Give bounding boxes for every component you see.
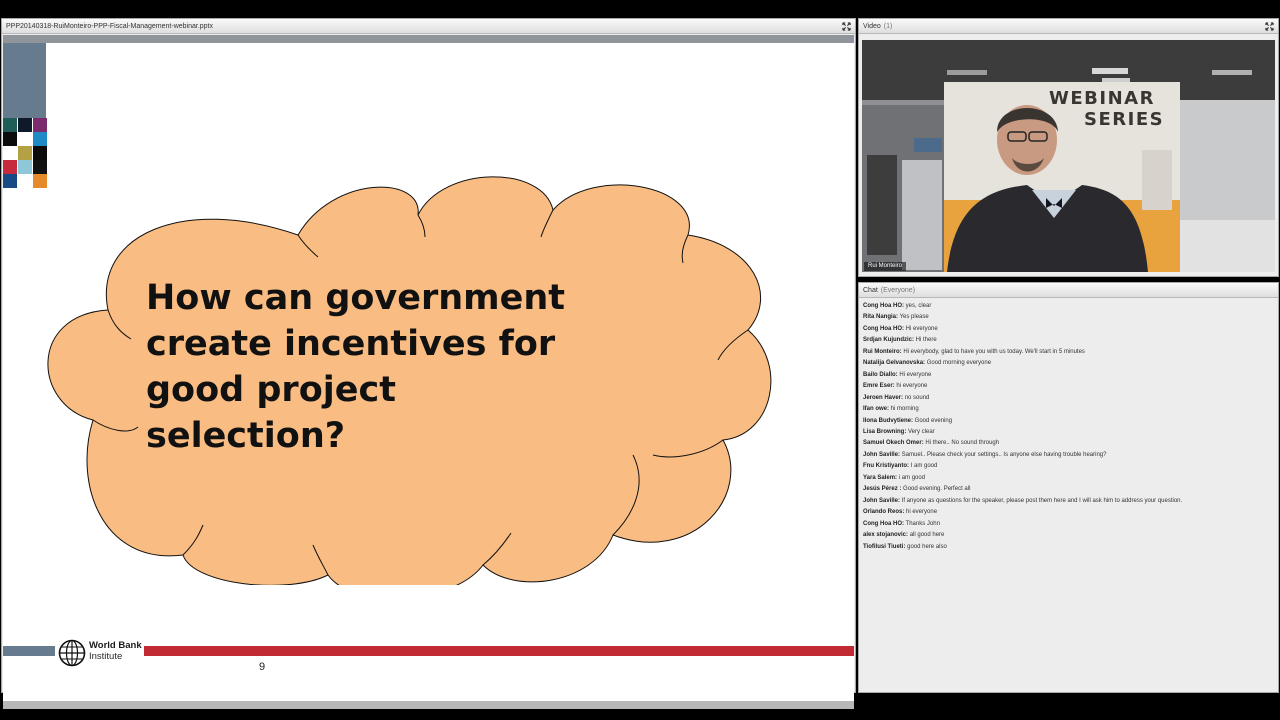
chat-message: Cong Hoa HO: yes, clear [862,301,1275,312]
video-pod: Video (1) WEBINAR SERIES Rui Monteiro [858,18,1279,277]
chat-message-author: Rui Monteiro: [863,348,902,355]
chat-message-text: Good evening. Perfect all [901,486,971,493]
chat-message-author: Natalija Gelvanovska: [863,360,926,367]
share-pod-header: PPP20140318-RuiMonteiro-PPP-Fiscal-Manag… [2,19,855,34]
chat-message-text: Hi everybody, glad to have you with us t… [901,348,1085,355]
chat-message-text: If anyone as questions for the speaker, … [900,497,1183,504]
chat-pod-header: Chat (Everyone) [859,283,1278,298]
chat-message-author: Ilona Budvytiene: [863,417,914,424]
chat-message-author: Cong Hoa HO: [863,520,904,527]
chat-pod: Chat (Everyone) Cong Hoa HO: yes, clear Ri… [858,282,1279,693]
chat-message-author: Orlando Reos: [863,509,905,516]
chat-message-text: Yes please [898,314,929,321]
chat-message: Cong Hoa HO: Hi everyone [862,324,1275,335]
chat-message-text: Good morning everyone [925,360,992,367]
slide-viewport: How can government create incentives for… [3,35,854,701]
slide-question: How can government create incentives for… [146,278,566,456]
webcam-scene [862,40,1275,272]
chat-message-text: Samuel.. Please check your settings.. Is… [900,451,1107,458]
chat-message-text: Very clear [906,428,935,435]
chat-message: Ifan owe: hi morning [862,404,1275,415]
chat-message: Ilona Budvytiene: Good evening [862,416,1275,427]
slide-scroll-strip [3,701,854,709]
chat-message-author: Bailo Diallo: [863,371,898,378]
chat-message: John Saville: Samuel.. Please check your… [862,450,1275,461]
slide-left-bar [3,43,46,118]
chat-message-author: Tiofilusi Tiueti: [863,543,906,550]
chat-message: Jesús Pérez : Good evening. Perfect all [862,484,1275,495]
chat-message-author: Ifan owe: [863,406,890,413]
chat-message: Tiofilusi Tiueti: good here also [862,542,1275,553]
share-pod-title: PPP20140318-RuiMonteiro-PPP-Fiscal-Manag… [6,23,213,30]
footer-blue-bar [3,646,55,656]
chat-message: Rui Monteiro: Hi everybody, glad to have… [862,347,1275,358]
chat-message-text: Hi everyone [897,371,932,378]
logo-line2: Institute [89,651,123,662]
chat-message-author: Srdjan Kujundzic: [863,337,914,344]
chat-message-author: Fnu Kristiyanto: [863,463,909,470]
chat-message-text: Hi there [914,337,937,344]
chat-message-text: Hi there.. No sound through [923,440,1000,447]
chat-message-author: John Saville: [863,497,901,504]
chat-message-text: hi everyone [904,509,938,516]
slide-top-strip [3,35,854,43]
chat-message: Bailo Diallo: Hi everyone [862,370,1275,381]
share-pod: PPP20140318-RuiMonteiro-PPP-Fiscal-Manag… [1,18,856,709]
chat-message: Samuel Okech Omer: Hi there.. No sound t… [862,438,1275,449]
chat-message-author: Rita Nangia: [863,314,899,321]
chat-message: Jeroen Haver: no sound [862,393,1275,404]
video-pod-header: Video (1) [859,19,1278,34]
chat-message: Orlando Reos: hi everyone [862,507,1275,518]
chat-message-author: Jesús Pérez : [863,486,902,493]
chat-message-author: Yara Salem: [863,474,898,481]
chat-message: Cong Hoa HO: Thanks John [862,519,1275,530]
presenter-name: Rui Monteiro [864,262,907,271]
slide-page-number: 9 [259,661,266,673]
chat-scope: (Everyone) [880,287,916,294]
footer-red-bar [144,646,854,656]
chat-message-author: alex stojanovic: [863,532,909,539]
world-bank-logo: World Bank Institute [58,639,148,667]
chat-message: Fnu Kristiyanto: I am good [862,461,1275,472]
chat-pod-title: Chat [863,287,878,294]
banner-line1: WEBINAR [1049,88,1155,109]
chat-message-author: Emre Eser: [863,383,895,390]
video-pod-title: Video [863,23,881,30]
presentation-slide: How can government create incentives for… [3,43,854,701]
chat-message-text: hi everyone [894,383,928,390]
webcam-video[interactable]: WEBINAR SERIES Rui Monteiro [862,40,1275,272]
chat-message: Yara Salem: i am good [862,473,1275,484]
video-count: (1) [883,23,893,30]
chat-message: John Saville: If anyone as questions for… [862,496,1275,507]
chat-message-author: Jeroen Haver: [863,394,904,401]
chat-message-text: all good here [908,532,945,539]
chat-message: Natalija Gelvanovska: Good morning every… [862,358,1275,369]
chat-message-author: John Saville: [863,451,901,458]
globe-icon [58,639,86,667]
chat-message: alex stojanovic: all good here [862,530,1275,541]
chat-message-author: Samuel Okech Omer: [863,440,924,447]
banner-line2: SERIES [1084,109,1165,130]
chat-message-author: Cong Hoa HO: [863,303,904,309]
chat-message-author: Cong Hoa HO: [863,325,904,332]
chat-message-text: I am good [909,463,938,470]
chat-message: Srdjan Kujundzic: Hi there [862,335,1275,346]
chat-message-text: Good evening [913,417,953,424]
chat-message: Lisa Browning: Very clear [862,427,1275,438]
maximize-icon[interactable] [842,22,851,31]
chat-message-text: good here also [905,543,947,550]
chat-message: Rita Nangia: Yes please [862,312,1275,323]
chat-message-text: no sound [903,394,930,401]
chat-message-text: yes, clear [904,303,932,309]
chat-message-text: Thanks John [904,520,940,527]
chat-message: Emre Eser: hi everyone [862,381,1275,392]
chat-message-text: hi morning [889,406,919,413]
chat-message-list[interactable]: Cong Hoa HO: yes, clear Rita Nangia: Yes … [862,301,1275,553]
chat-message-text: Hi everyone [904,325,938,332]
chat-message-author: Lisa Browning: [863,428,907,435]
maximize-icon[interactable] [1265,22,1274,31]
logo-line1: World Bank [89,640,142,651]
chat-message-text: i am good [897,474,926,481]
